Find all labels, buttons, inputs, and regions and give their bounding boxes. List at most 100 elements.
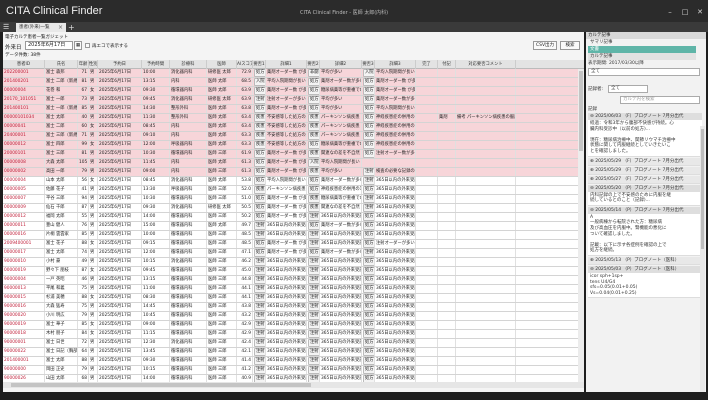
column-header[interactable]: 医師 bbox=[207, 60, 237, 69]
table-row[interactable]: 00000004 山本 太郎 56 女 2025年6月17日 08:45 消化器内科 医師 太… bbox=[3, 177, 584, 186]
table-cell-done[interactable] bbox=[416, 258, 438, 266]
table-row[interactable]: 00000012 福岡 太郎 55 男 2025年6月17日 14:00 循環器内科 医師 三… bbox=[3, 213, 584, 222]
table-cell-done[interactable] bbox=[416, 357, 438, 365]
table-cell-done[interactable] bbox=[416, 240, 438, 248]
column-header[interactable]: 対応要否コメント bbox=[456, 60, 516, 69]
table-row[interactable]: 202200001 富士 森邦 71 男 2025年6月17日 10:00 消化器内科 研修医… bbox=[3, 69, 584, 78]
column-header[interactable]: 詳細2 bbox=[320, 60, 362, 69]
table-row[interactable]: 90000016 大森 猛寿 75 男 2025年6月17日 14:45 循環器内科 医師 三… bbox=[3, 303, 584, 312]
side-scrollbar[interactable] bbox=[700, 126, 705, 392]
table-row[interactable]: 00000008 大森 太郎 105 男 2025年6月17日 11:45 内科 医師 太郎 6… bbox=[3, 159, 584, 168]
table-cell-done[interactable] bbox=[416, 141, 438, 149]
chart-note[interactable]: ⊖ 2025/05/14 （P）ブログノート 7月分出代 A 一般病棟から転院され… bbox=[588, 206, 702, 256]
column-header[interactable]: 完了 bbox=[416, 60, 438, 69]
chart-note[interactable]: ⊕ 2025/05/13 （P）ブログノート（医科） bbox=[588, 257, 702, 265]
table-row[interactable]: 00000002 高田 一郎 79 男 2025年6月17日 09:00 内科 医師 三郎 61… bbox=[3, 168, 584, 177]
table-row[interactable]: 90000013 平尾 和義 75 男 2025年6月17日 11:00 循環器内科 医師 三… bbox=[3, 285, 584, 294]
table-row[interactable]: 201400101富士 一郎（新規）85男2025年6月17日14:30整形外科… bbox=[3, 105, 584, 114]
table-row[interactable]: 20000101 富士 三郎 81 男 2025年6月17日 10:30 循環器内科 医師 三… bbox=[3, 150, 584, 159]
csv-export-button[interactable]: CSV出力 bbox=[533, 41, 557, 50]
chart-note[interactable]: ⊕ 2025/05/29 （F）ブログノート 7月分出代 bbox=[588, 157, 702, 166]
table-row[interactable]: 00000016 片桐 雲雲家 85 男 2025年6月17日 10:00 循環器内科 医師 … bbox=[3, 231, 584, 240]
calendar-icon[interactable]: ▦ bbox=[74, 41, 82, 50]
table-row[interactable]: 90000026 山田 太郎 68 男 2025年6月17日 14:00 循環器内科 医師 三… bbox=[3, 375, 584, 382]
table-row[interactable]: 00000007 平谷 三郎 94 男 2025年6月17日 10:30 循環器内科 医師 三… bbox=[3, 195, 584, 204]
table-cell-done[interactable] bbox=[416, 150, 438, 158]
table-row[interactable]: 00000041 富士 二郎 60 女 2025年6月17日 08:45 内科 医師 太郎 63… bbox=[3, 123, 584, 132]
grid-horizontal-scrollbar[interactable] bbox=[3, 382, 584, 388]
table-cell-done[interactable] bbox=[416, 348, 438, 356]
scroll-thumb[interactable] bbox=[11, 383, 311, 387]
column-header[interactable]: 詳細3 bbox=[375, 60, 416, 69]
column-header[interactable]: 性別 bbox=[89, 60, 98, 69]
table-cell-done[interactable] bbox=[416, 204, 438, 212]
table-cell-done[interactable] bbox=[416, 69, 438, 77]
table-row[interactable]: 90000004 一戸 英昭 46 男 2025年6月17日 13:15 循環器内科 医師 三… bbox=[3, 276, 584, 285]
column-header[interactable]: 要否1 bbox=[253, 60, 266, 69]
table-row[interactable]: 2009400001 富士 花子 88 女 2025年6月17日 09:15 循環器内科 医師… bbox=[3, 240, 584, 249]
column-header[interactable]: 氏名 bbox=[45, 60, 78, 69]
side-item-chart[interactable]: カルテ記事 bbox=[588, 53, 696, 60]
search-button[interactable]: 検索 bbox=[560, 41, 580, 50]
maximize-icon[interactable]: □ bbox=[679, 8, 691, 16]
table-cell-done[interactable] bbox=[416, 294, 438, 302]
table-row[interactable]: 201400001 富士 太郎 88 男 2025年6月17日 09:30 循環器内科 医師 … bbox=[3, 357, 584, 366]
grid-vertical-scrollbar[interactable] bbox=[578, 69, 584, 382]
chart-note[interactable]: ⊕ 2025/05/27 （F）ブログノート 7月分出代 bbox=[588, 175, 702, 184]
chart-note[interactable]: ⊖ 2025/05/03 （P）ブログノート（医科） icor sph+1sp+ … bbox=[588, 266, 702, 299]
table-cell-done[interactable] bbox=[416, 96, 438, 104]
hamburger-menu-icon[interactable]: ☰ bbox=[3, 23, 13, 31]
table-cell-done[interactable] bbox=[416, 330, 438, 338]
column-header[interactable]: 年齢 bbox=[78, 60, 89, 69]
table-row[interactable]: 90000022富士 日記（胸部外）64男2025年6月17日13:45循環器内… bbox=[3, 348, 584, 357]
table-cell-done[interactable] bbox=[416, 123, 438, 131]
table-row[interactable]: 201400201富士 二郎（新規）81男2025年6月17日13:15内科医師… bbox=[3, 78, 584, 87]
table-cell-done[interactable] bbox=[416, 366, 438, 374]
scroll-thumb[interactable] bbox=[701, 129, 704, 249]
table-cell-done[interactable] bbox=[416, 303, 438, 311]
table-row[interactable]: 00000012 富士 四郎 99 女 2025年6月17日 12:00 呼吸器内科 医師 太… bbox=[3, 141, 584, 150]
chart-note-header[interactable]: ⊖ 2025/05/20 （P）ブログノート 7月分出代 bbox=[588, 184, 702, 192]
table-row[interactable]: 90000010 小村 豪 49 男 2025年6月17日 10:15 消化器内科 医師 三郎… bbox=[3, 258, 584, 267]
table-cell-done[interactable] bbox=[416, 276, 438, 284]
chart-note[interactable]: ⊖ 2025/06/03 （F）ブログノート 7月分出代 経過：令和3年から腹部不… bbox=[588, 113, 702, 157]
table-row[interactable]: 00000011 豊山 健人 76 男 2025年6月17日 15:00 循環器内科 医師 太… bbox=[3, 222, 584, 231]
side-item-documents[interactable]: 文書 bbox=[588, 46, 696, 53]
add-tab-icon[interactable]: + bbox=[68, 23, 75, 32]
doctor-select[interactable]: 全て bbox=[608, 85, 648, 93]
table-cell-done[interactable] bbox=[416, 375, 438, 382]
column-header[interactable]: 患者ID bbox=[3, 60, 45, 69]
table-cell-done[interactable] bbox=[416, 339, 438, 347]
date-field[interactable]: 2025年6月17日 bbox=[25, 41, 73, 50]
table-cell-done[interactable] bbox=[416, 159, 438, 167]
side-item-summary[interactable]: サマリ記事 bbox=[588, 39, 696, 46]
column-header[interactable]: AIスコア bbox=[237, 60, 253, 69]
chart-note[interactable]: ⊖ 2025/05/20 （P）ブログノート 7月分出代 内科記録の上で不安感のた… bbox=[588, 184, 702, 206]
chart-note[interactable]: ⊕ 2025/05/29 （F）ブログノート 7月分出代 bbox=[588, 166, 702, 175]
chart-search-input[interactable]: カルテ内を検索 bbox=[620, 96, 700, 104]
table-cell-done[interactable] bbox=[416, 87, 438, 95]
column-header[interactable]: 診療科 bbox=[170, 60, 207, 69]
table-row[interactable]: 20400001富士 三郎（新規）71男2025年6月17日09:10内科医師 … bbox=[3, 132, 584, 141]
tab-close-icon[interactable]: × bbox=[58, 23, 63, 32]
table-cell-done[interactable] bbox=[416, 114, 438, 122]
chart-note-header[interactable]: ⊕ 2025/05/29 （F）ブログノート 7月分出代 bbox=[588, 166, 702, 174]
table-cell-done[interactable] bbox=[416, 177, 438, 185]
table-row[interactable]: 00000004 花巻 和 67 女 2025年6月17日 09:30 循環器内科 医師 太郎… bbox=[3, 87, 584, 96]
table-row[interactable]: 90000020 小川 明広 79 男 2025年6月17日 10:45 循環器内科 医師 三… bbox=[3, 312, 584, 321]
column-header[interactable]: 要否3 bbox=[362, 60, 375, 69]
chart-note-header[interactable]: ⊖ 2025/05/14 （P）ブログノート 7月分出代 bbox=[588, 206, 702, 214]
table-cell-done[interactable] bbox=[416, 78, 438, 86]
table-row[interactable]: 00000101034 富士 太郎 40 男 2025年6月17日 11:30 整形外科 医師… bbox=[3, 114, 584, 123]
table-row[interactable]: 90000019 富士 華子 85 女 2025年6月17日 09:00 循環器内科 医師 三… bbox=[3, 321, 584, 330]
column-header[interactable]: 付記 bbox=[438, 60, 456, 69]
table-cell-done[interactable] bbox=[416, 321, 438, 329]
chart-note-header[interactable]: ⊖ 2025/06/03 （F）ブログノート 7月分出代 bbox=[588, 113, 702, 120]
table-cell-done[interactable] bbox=[416, 222, 438, 230]
column-header[interactable]: 要否2 bbox=[307, 60, 320, 69]
table-cell-done[interactable] bbox=[416, 105, 438, 113]
table-row[interactable]: 90000015 杉浦 美穂 88 女 2025年6月17日 08:30 循環器内科 医師 三… bbox=[3, 294, 584, 303]
close-icon[interactable]: ✕ bbox=[694, 8, 706, 16]
table-row[interactable]: 00000017 富士 太郎 74 男 2025年6月17日 12:00 循環器内科 医師 三… bbox=[3, 249, 584, 258]
filter-select[interactable]: 全て bbox=[588, 68, 700, 76]
